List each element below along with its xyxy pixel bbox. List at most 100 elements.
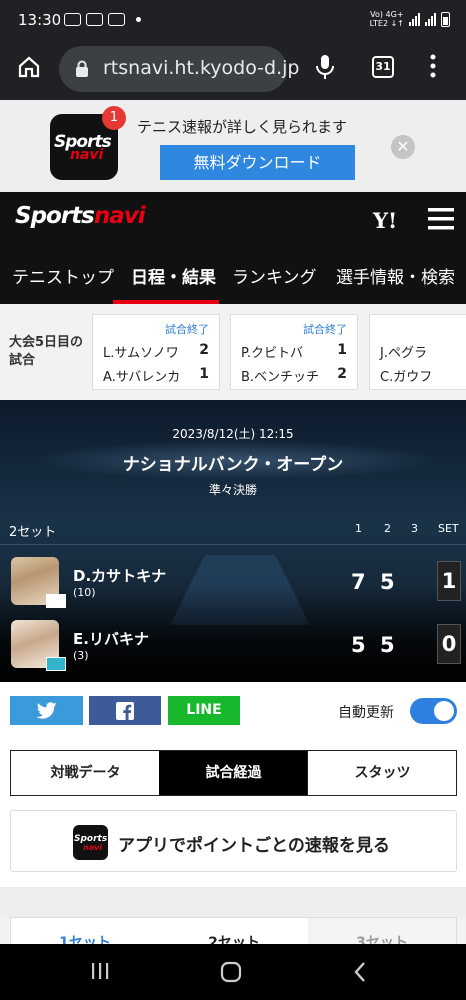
player-name: B.ベンチッチ: [241, 370, 320, 385]
sets-won: 1: [437, 561, 461, 601]
set-tabs: 1セット 2セット 3セット: [10, 917, 457, 951]
match-status: 試合終了: [303, 323, 347, 336]
set-2-score: 5: [380, 570, 395, 594]
tennis-nav-tabs: テニストップ 日程・結果 ランキング 選手情報・検索: [0, 246, 466, 304]
auto-update-label: 自動更新: [338, 705, 394, 721]
browser-toolbar: rtsnavi.ht.kyodo-d.jp 31: [0, 42, 466, 100]
tab-match-progress[interactable]: 試合経過: [159, 751, 308, 795]
player-name: D.カサトキナ: [73, 567, 167, 585]
set-1-score: 5: [351, 633, 366, 657]
more-notifications-icon: [136, 17, 141, 22]
status-time: 13:30: [18, 11, 62, 29]
player-row: E.リバキナ (3) 5 5 0: [0, 620, 466, 675]
tab-player-search[interactable]: 選手情報・検索: [336, 263, 455, 288]
set-1-header: 1: [355, 522, 362, 535]
banner-text: テニス速報が詳しく見られます: [137, 118, 348, 136]
app-logo-text-2: navi: [70, 147, 104, 163]
lock-icon: [76, 60, 88, 77]
toggle-knob: [434, 701, 454, 721]
facebook-icon: [116, 702, 134, 720]
scoreboard: 2023/8/12(土) 12:15 ナショナルバンク・オープン 準々決勝 2セ…: [0, 400, 466, 682]
player-name: A.サバレンカ: [103, 370, 181, 385]
match-card[interactable]: 試合終了 P.クビトバ 1 B.ベンチッチ 2: [230, 314, 358, 390]
divider: [0, 544, 466, 545]
sportsnavi-app-icon: Sports navi: [73, 825, 108, 860]
app-cta-text: アプリでポイントごとの速報を見る: [118, 836, 390, 856]
tab-tennis-top[interactable]: テニストップ: [12, 263, 114, 288]
player-name: L.サムソノワ: [103, 346, 179, 361]
tab-head-to-head[interactable]: 対戦データ: [11, 751, 160, 795]
notification-badge: 1: [102, 106, 126, 130]
app-point-cta[interactable]: Sports navi アプリでポイントごとの速報を見る: [10, 810, 457, 872]
results-day-label: 大会5日目の試合: [9, 335, 84, 368]
system-nav-bar: [0, 944, 466, 1000]
signal-icon: [409, 12, 420, 26]
match-card[interactable]: 試合 J.ペグラ C.ガウフ: [369, 314, 466, 390]
download-button[interactable]: 無料ダウンロード: [160, 145, 355, 180]
set-2-score: 5: [380, 633, 395, 657]
app-notification-icon: [86, 13, 103, 26]
battery-icon: [441, 11, 450, 27]
detail-tabs: 対戦データ 試合経過 スタッツ: [10, 750, 457, 796]
match-status: 試合終了: [165, 323, 209, 336]
tab-stats[interactable]: スタッツ: [308, 751, 457, 795]
player-name: E.リバキナ: [73, 630, 149, 648]
youtube-notification-icon: [64, 13, 81, 26]
share-row: LINE 自動更新: [0, 682, 466, 742]
url-field[interactable]: rtsnavi.ht.kyodo-d.jp: [59, 46, 299, 92]
player-name: J.ペグラ: [380, 346, 427, 361]
site-header: Sportsnavi Y!: [0, 192, 466, 246]
facebook-share-button[interactable]: [89, 696, 161, 725]
match-card[interactable]: 試合終了 L.サムソノワ 2 A.サバレンカ 1: [92, 314, 220, 390]
mic-icon[interactable]: [315, 54, 335, 80]
sets-format: 2セット: [9, 525, 57, 540]
tab-schedule-results[interactable]: 日程・結果: [131, 263, 216, 288]
home-icon[interactable]: [17, 55, 41, 79]
page: 13:30 Vo) 4G+ LTE2 ↓↑ rtsnavi.ht.kyodo-d…: [0, 0, 466, 1000]
back-icon[interactable]: [353, 961, 367, 983]
tab-ranking[interactable]: ランキング: [232, 263, 317, 288]
signal-icon-2: [425, 12, 436, 26]
yahoo-logo[interactable]: Y!: [373, 208, 397, 233]
auto-update-toggle[interactable]: [410, 698, 457, 724]
more-menu-icon[interactable]: [429, 54, 437, 78]
player-score: 2: [199, 342, 209, 358]
url-text: rtsnavi.ht.kyodo-d.jp: [103, 57, 300, 79]
player-score: 2: [337, 366, 347, 382]
player-name: P.クビトバ: [241, 346, 303, 361]
player-flag-icon: [46, 657, 66, 671]
sportsnavi-logo[interactable]: Sportsnavi: [15, 203, 146, 229]
match-detail-panel: 対戦データ 試合経過 スタッツ Sports navi アプリでポイントごとの速…: [0, 742, 466, 887]
close-banner-icon[interactable]: ✕: [391, 135, 415, 159]
sets-won: 0: [437, 624, 461, 664]
network-indicator: Vo) 4G+ LTE2 ↓↑: [370, 10, 404, 28]
line-share-button[interactable]: LINE: [168, 696, 240, 725]
notification-icons: [64, 13, 141, 26]
set-2-header: 2: [384, 522, 391, 535]
player-seed: (3): [73, 649, 89, 662]
network-top: Vo) 4G+: [370, 10, 404, 19]
set-1-score: 7: [351, 570, 366, 594]
network-bottom: LTE2 ↓↑: [369, 19, 404, 28]
status-bar: 13:30 Vo) 4G+ LTE2 ↓↑: [0, 0, 466, 42]
tournament-name: ナショナルバンク・オープン: [122, 455, 344, 475]
section-gap: [0, 887, 466, 917]
tab-switcher-button[interactable]: 31: [372, 56, 394, 78]
twitter-icon: [35, 702, 57, 719]
player-score: 1: [337, 342, 347, 358]
recent-apps-icon[interactable]: [90, 961, 110, 981]
hamburger-menu-icon[interactable]: [428, 208, 454, 230]
mini-logo-text-2: navi: [83, 843, 103, 852]
logo-text-left: Sports: [15, 203, 95, 229]
sets-total-header: SET: [438, 522, 459, 535]
match-datetime: 2023/8/12(土) 12:15: [172, 427, 294, 441]
player-flag-icon: [46, 594, 66, 608]
player-name: C.ガウフ: [380, 370, 433, 385]
app-notification-icon-2: [108, 13, 125, 26]
set-3-header: 3: [411, 522, 418, 535]
status-right: Vo) 4G+ LTE2 ↓↑: [370, 10, 450, 28]
player-score: 1: [199, 366, 209, 382]
player-row: D.カサトキナ (10) 7 5 1: [0, 557, 466, 612]
twitter-share-button[interactable]: [10, 696, 83, 725]
home-nav-icon[interactable]: [220, 961, 242, 983]
